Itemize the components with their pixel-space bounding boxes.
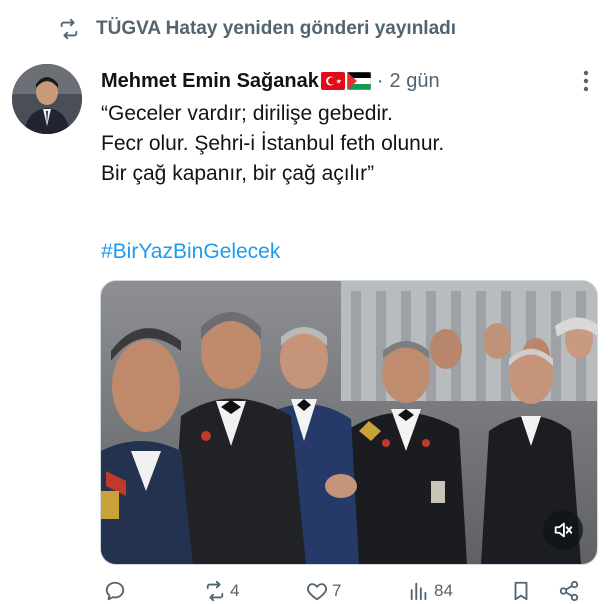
palestine-flag-icon (346, 72, 371, 90)
retweet-icon (206, 580, 224, 602)
reply-icon (105, 581, 125, 601)
tweet-text: “Geceler vardır; dirilişe gebedir. Fecr … (101, 99, 581, 189)
hashtag-link[interactable]: #BirYazBinGelecek (101, 240, 280, 264)
avatar[interactable] (12, 64, 82, 134)
reply-button[interactable] (104, 580, 126, 602)
retweet-icon (60, 18, 78, 40)
views-icon (410, 582, 427, 601)
retweet-button[interactable]: 4 (204, 580, 239, 602)
tweet-text-line: Fecr olur. Şehri-i İstanbul feth olunur. (101, 132, 445, 155)
views-count: 84 (434, 581, 453, 600)
video-player[interactable] (100, 280, 598, 565)
timestamp[interactable]: 2 gün (390, 70, 440, 93)
heart-icon (307, 583, 327, 601)
tweet-text-line: “Geceler vardır; dirilişe gebedir. (101, 102, 393, 125)
bookmark-icon (514, 581, 528, 601)
turkey-flag-icon (320, 72, 345, 90)
like-count: 7 (332, 581, 342, 600)
share-button[interactable] (558, 580, 580, 602)
repost-text: TÜGVA Hatay yeniden gönderi yayınladı (96, 18, 457, 39)
views-button[interactable]: 84 (408, 580, 453, 602)
tweet-text-line: Bir çağ kapanır, bir çağ açılır” (101, 162, 375, 185)
author-name[interactable]: Mehmet Emin Sağanak (101, 70, 319, 93)
action-bar: 4 7 84 (100, 578, 596, 604)
like-button[interactable]: 7 (306, 580, 341, 602)
volume-muted-icon[interactable] (543, 510, 583, 550)
tweet-header: Mehmet Emin Sağanak · 2 gün (101, 66, 588, 96)
share-icon (559, 580, 579, 602)
more-options-icon[interactable] (582, 68, 590, 94)
repost-header[interactable]: TÜGVA Hatay yeniden gönderi yayınladı (58, 16, 456, 42)
video-frame (101, 281, 597, 564)
separator: · (376, 69, 384, 92)
retweet-count: 4 (230, 581, 240, 600)
bookmark-button[interactable] (510, 580, 532, 602)
